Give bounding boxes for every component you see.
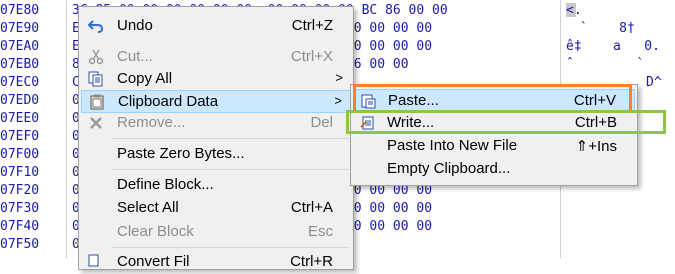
menu-separator bbox=[111, 138, 349, 139]
menu-item-cut[interactable]: Cut... Ctrl+X bbox=[81, 46, 351, 69]
menu-item-remove[interactable]: Remove... Del bbox=[81, 112, 351, 135]
scissors-icon bbox=[88, 49, 104, 65]
annotation-box-write bbox=[346, 110, 666, 134]
menu-item-define-block[interactable]: Define Block... bbox=[81, 174, 351, 197]
menu-item-undo[interactable]: Undo Ctrl+Z bbox=[81, 15, 351, 38]
convert-icon bbox=[88, 254, 104, 270]
menu-item-paste-into-new-file[interactable]: Paste Into New File ⇑+Ins bbox=[353, 135, 635, 158]
menu-item-copy-all[interactable]: Copy All > bbox=[81, 68, 351, 91]
menu-item-clear-block[interactable]: Clear Block Esc bbox=[81, 221, 351, 244]
copy-icon bbox=[88, 71, 104, 87]
menu-item-select-all[interactable]: Select All Ctrl+A bbox=[81, 197, 351, 220]
delete-x-icon bbox=[88, 115, 104, 131]
hex-divider bbox=[66, 0, 67, 258]
ascii-row[interactable]: D^ bbox=[646, 72, 662, 94]
undo-icon bbox=[87, 18, 104, 34]
submenu-arrow-icon: > bbox=[335, 70, 343, 85]
ascii-row[interactable]: ˆ ` bbox=[566, 54, 644, 76]
menu-item-empty-clipboard[interactable]: Empty Clipboard... bbox=[353, 158, 635, 181]
menu-item-convert-file[interactable]: Convert Fil Ctrl+R bbox=[81, 251, 351, 274]
offset-label: 07F50 bbox=[0, 237, 40, 252]
submenu-arrow-icon: > bbox=[334, 93, 342, 108]
clipboard-icon bbox=[89, 94, 105, 110]
offset-column: 07E80 07E90 07EA0 07EB0 07EC0 07ED0 07EE… bbox=[0, 0, 66, 258]
menu-separator bbox=[111, 247, 349, 248]
menu-separator bbox=[111, 169, 349, 170]
menu-item-clipboard-data[interactable]: Clipboard Data > bbox=[81, 90, 351, 113]
menu-item-paste-zero-bytes[interactable]: Paste Zero Bytes... bbox=[81, 143, 351, 166]
context-menu: Undo Ctrl+Z Cut... Ctrl+X Copy All > Cli… bbox=[78, 6, 354, 270]
annotation-box-paste bbox=[353, 84, 632, 113]
